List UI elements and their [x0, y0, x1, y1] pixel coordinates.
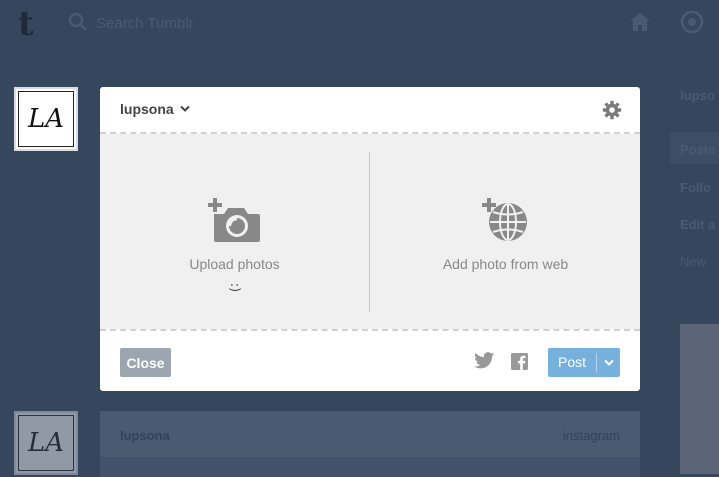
post-button[interactable]: Post	[548, 348, 620, 377]
close-button[interactable]: Close	[120, 348, 171, 377]
options-divider	[369, 152, 370, 312]
post-avatar-monogram: LA	[18, 415, 74, 471]
facebook-icon[interactable]	[511, 353, 528, 370]
sidebar-item-edit-appearance[interactable]: Edit a	[680, 217, 715, 232]
sidebar-item-blog[interactable]: lupso	[680, 88, 715, 103]
sidebar-item-followers[interactable]: Follo	[680, 180, 711, 195]
right-sidebar: lupso Poste Follo Edit a New	[670, 80, 719, 477]
composer-footer: Close Post	[100, 331, 640, 391]
blog-name: lupsona	[120, 101, 174, 117]
chevron-down-icon	[179, 105, 190, 112]
blog-selector[interactable]: lupsona	[120, 101, 190, 117]
upload-hint: :)	[226, 282, 242, 293]
sidebar-item-new[interactable]: New	[680, 254, 706, 269]
camera-plus-icon	[207, 198, 260, 242]
composer-header: lupsona	[100, 87, 640, 132]
globe-plus-icon	[481, 198, 527, 241]
sidebar-thumbnail[interactable]	[680, 324, 719, 474]
post-button-label: Post	[557, 354, 586, 370]
post-card: lupsona instagram	[100, 411, 640, 477]
sidebar-item-posts[interactable]: Poste	[680, 142, 715, 157]
avatar[interactable]: LA	[14, 87, 78, 151]
tumblr-logo: t	[18, 4, 34, 44]
compass-icon[interactable]	[680, 10, 704, 34]
upload-photos-button[interactable]: Upload photos :)	[100, 134, 369, 329]
post-source[interactable]: instagram	[563, 428, 620, 443]
avatar-monogram: LA	[18, 91, 74, 147]
chevron-down-icon	[603, 359, 614, 366]
post-avatar[interactable]: LA	[14, 411, 78, 475]
top-navigation-bar: t	[0, 0, 719, 44]
add-photo-from-web-button[interactable]: Add photo from web	[371, 134, 640, 329]
post-author[interactable]: lupsona	[120, 428, 170, 443]
gear-icon[interactable]	[602, 100, 622, 120]
home-icon[interactable]	[628, 10, 652, 34]
upload-photos-label: Upload photos	[189, 256, 280, 272]
photo-drop-area: Upload photos :) Add photo from web	[100, 134, 640, 329]
post-options-dropdown[interactable]	[597, 348, 620, 377]
post-media	[100, 457, 640, 477]
search-input[interactable]	[96, 13, 316, 33]
photo-post-composer: lupsona Upload photos:) Add photo from …	[100, 87, 640, 391]
search-icon	[68, 12, 87, 31]
add-photo-from-web-label: Add photo from web	[442, 256, 569, 272]
twitter-icon[interactable]	[474, 352, 495, 369]
